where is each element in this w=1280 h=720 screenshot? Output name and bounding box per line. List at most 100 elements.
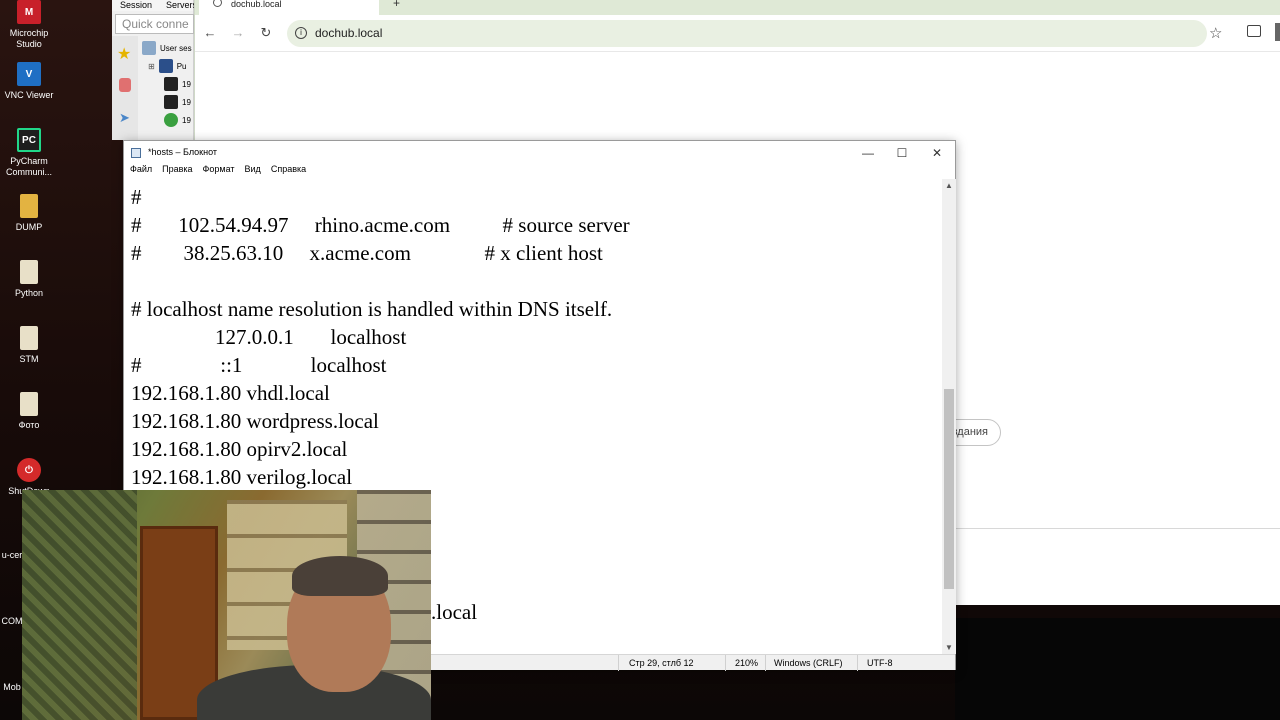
- bookmark-star-icon[interactable]: ☆: [1209, 24, 1222, 42]
- text-line: # 102.54.94.97 rhino.acme.com # source s…: [131, 213, 630, 237]
- menu-view[interactable]: Вид: [245, 164, 261, 179]
- cursor-position: Стр 29, стлб 12: [629, 658, 694, 668]
- tab-dochub[interactable]: dochub.local: [199, 0, 379, 15]
- desktop-icon-python[interactable]: Python: [2, 260, 56, 299]
- desktop-icon-label: Python: [14, 288, 44, 298]
- mobaxterm-menubar: Session Servers: [112, 0, 197, 11]
- url-text: dochub.local: [315, 26, 383, 40]
- browser-toolbar: ← → ↻ i dochub.local ☆: [195, 15, 1280, 52]
- menu-file[interactable]: Файл: [130, 164, 152, 179]
- vertical-scrollbar[interactable]: ▲ ▼: [942, 179, 956, 654]
- tree-item-session[interactable]: 19: [164, 95, 191, 109]
- text-line: [131, 267, 942, 295]
- reload-icon[interactable]: ↻: [257, 25, 275, 41]
- tools-icon[interactable]: [119, 78, 131, 92]
- status-separator: [725, 655, 726, 671]
- microchip-studio-icon: M: [17, 0, 41, 24]
- desktop-icon-foto[interactable]: Фото: [2, 392, 56, 431]
- site-info-icon[interactable]: i: [295, 27, 307, 39]
- pycharm-icon: PC: [17, 128, 41, 152]
- dark-background-area: [955, 618, 1280, 720]
- menu-help[interactable]: Справка: [271, 164, 306, 179]
- webcam-overlay: [22, 490, 431, 720]
- star-icon[interactable]: ★: [117, 44, 131, 64]
- address-bar[interactable]: i dochub.local: [287, 20, 1207, 47]
- desktop-icon-partial-com[interactable]: COM: [0, 616, 24, 627]
- side-panel-icon[interactable]: [1247, 25, 1261, 37]
- folder-icon: [158, 59, 173, 73]
- desktop-icon-label: STM: [19, 354, 39, 364]
- ssh-session-icon: [164, 77, 178, 91]
- ssh-session-icon: [164, 95, 178, 109]
- folder-icon: [20, 194, 38, 218]
- window-title: *hosts – Блокнот: [148, 147, 218, 157]
- tree-item-label: 19: [182, 97, 191, 107]
- page-divider: [955, 528, 1280, 529]
- desktop-icon-vnc-viewer[interactable]: V VNC Viewer: [2, 62, 56, 101]
- maximize-button[interactable]: ☐: [887, 144, 917, 162]
- text-line: 192.168.1.80 wordpress.local: [131, 409, 379, 433]
- status-separator: [765, 655, 766, 671]
- desktop-icon-label: u-cer: [1, 550, 23, 560]
- desktop-icon-label: Microchip Studio: [9, 28, 49, 49]
- scrollbar-thumb[interactable]: [944, 389, 954, 589]
- notepad-menubar: Файл Правка Формат Вид Справка: [124, 164, 955, 179]
- desktop-icon-dump[interactable]: DUMP: [2, 194, 56, 233]
- text-line: # ::1 localhost: [131, 353, 387, 377]
- notepad-titlebar[interactable]: *hosts – Блокнот — ☐ ✕: [124, 141, 955, 164]
- line-endings: Windows (CRLF): [774, 658, 843, 668]
- desktop-icon-label: VNC Viewer: [4, 90, 54, 100]
- tree-item-label: Pu: [176, 61, 187, 71]
- text-line: 192.168.1.80 vhdl.local: [131, 381, 330, 405]
- mobaxterm-side-toolbar: ★ ➤: [112, 36, 138, 140]
- expand-icon[interactable]: ⊞: [148, 62, 155, 71]
- tab-strip: dochub.local +: [195, 0, 1280, 15]
- menu-servers[interactable]: Servers: [166, 0, 197, 11]
- tree-item-user-sessions[interactable]: User ses: [142, 41, 192, 55]
- desktop-icon-pycharm[interactable]: PC PyCharm Communi...: [2, 128, 56, 178]
- text-line: 192.168.1.80 verilog.local: [131, 465, 353, 489]
- text-line: # 38.25.63.10 x.acme.com # x client host: [131, 241, 603, 265]
- stm-file-icon: [20, 326, 38, 350]
- tree-item-pu[interactable]: ⊞ Pu: [148, 59, 187, 73]
- menu-edit[interactable]: Правка: [162, 164, 192, 179]
- tree-item-label: User ses: [160, 43, 192, 53]
- scroll-up-icon[interactable]: ▲: [942, 181, 956, 190]
- menu-session[interactable]: Session: [120, 0, 152, 11]
- mobaxterm-window: Session Servers Quick conne ★ ➤ User ses…: [112, 0, 197, 140]
- vnc-viewer-icon: V: [17, 62, 41, 86]
- status-separator: [618, 655, 619, 671]
- favicon-icon: [213, 0, 222, 7]
- menu-icon[interactable]: [1275, 23, 1280, 41]
- tree-item-session[interactable]: 19: [164, 77, 191, 91]
- tab-title: dochub.local: [231, 0, 282, 9]
- new-tab-button[interactable]: +: [393, 0, 400, 10]
- forward-arrow-icon[interactable]: →: [229, 25, 247, 40]
- desktop-icon-label: COM: [1, 616, 23, 626]
- desktop-icon-partial-ucert[interactable]: u-cer: [0, 550, 24, 561]
- text-line: 127.0.0.1 localhost: [131, 325, 407, 349]
- notepad-app-icon: [131, 148, 141, 158]
- desktop-icon-stm[interactable]: STM: [2, 326, 56, 365]
- close-button[interactable]: ✕: [922, 144, 952, 162]
- desktop-icon-microchip-studio[interactable]: M Microchip Studio: [2, 0, 56, 50]
- scroll-down-icon[interactable]: ▼: [942, 643, 956, 652]
- menu-format[interactable]: Формат: [203, 164, 235, 179]
- tree-item-label: 19: [182, 79, 191, 89]
- person-hair: [292, 556, 388, 596]
- encoding: UTF-8: [867, 658, 893, 668]
- send-icon[interactable]: ➤: [119, 110, 130, 126]
- text-line: # localhost name resolution is handled w…: [131, 297, 613, 321]
- back-arrow-icon[interactable]: ←: [201, 25, 219, 40]
- desktop-icon-partial-moba[interactable]: Mob: [0, 682, 24, 693]
- tree-item-label: 19: [182, 115, 191, 125]
- quick-connect-input[interactable]: Quick conne: [115, 14, 194, 34]
- tree-item-session[interactable]: 19: [164, 113, 191, 127]
- minimize-button[interactable]: —: [853, 144, 883, 162]
- text-line-fragment: .local: [431, 600, 478, 624]
- sessions-folder-icon: [142, 41, 156, 55]
- background-clutter: [22, 490, 137, 720]
- zoom-level: 210%: [735, 658, 759, 668]
- shutdown-icon: ⏻: [17, 458, 41, 482]
- photo-file-icon: [20, 392, 38, 416]
